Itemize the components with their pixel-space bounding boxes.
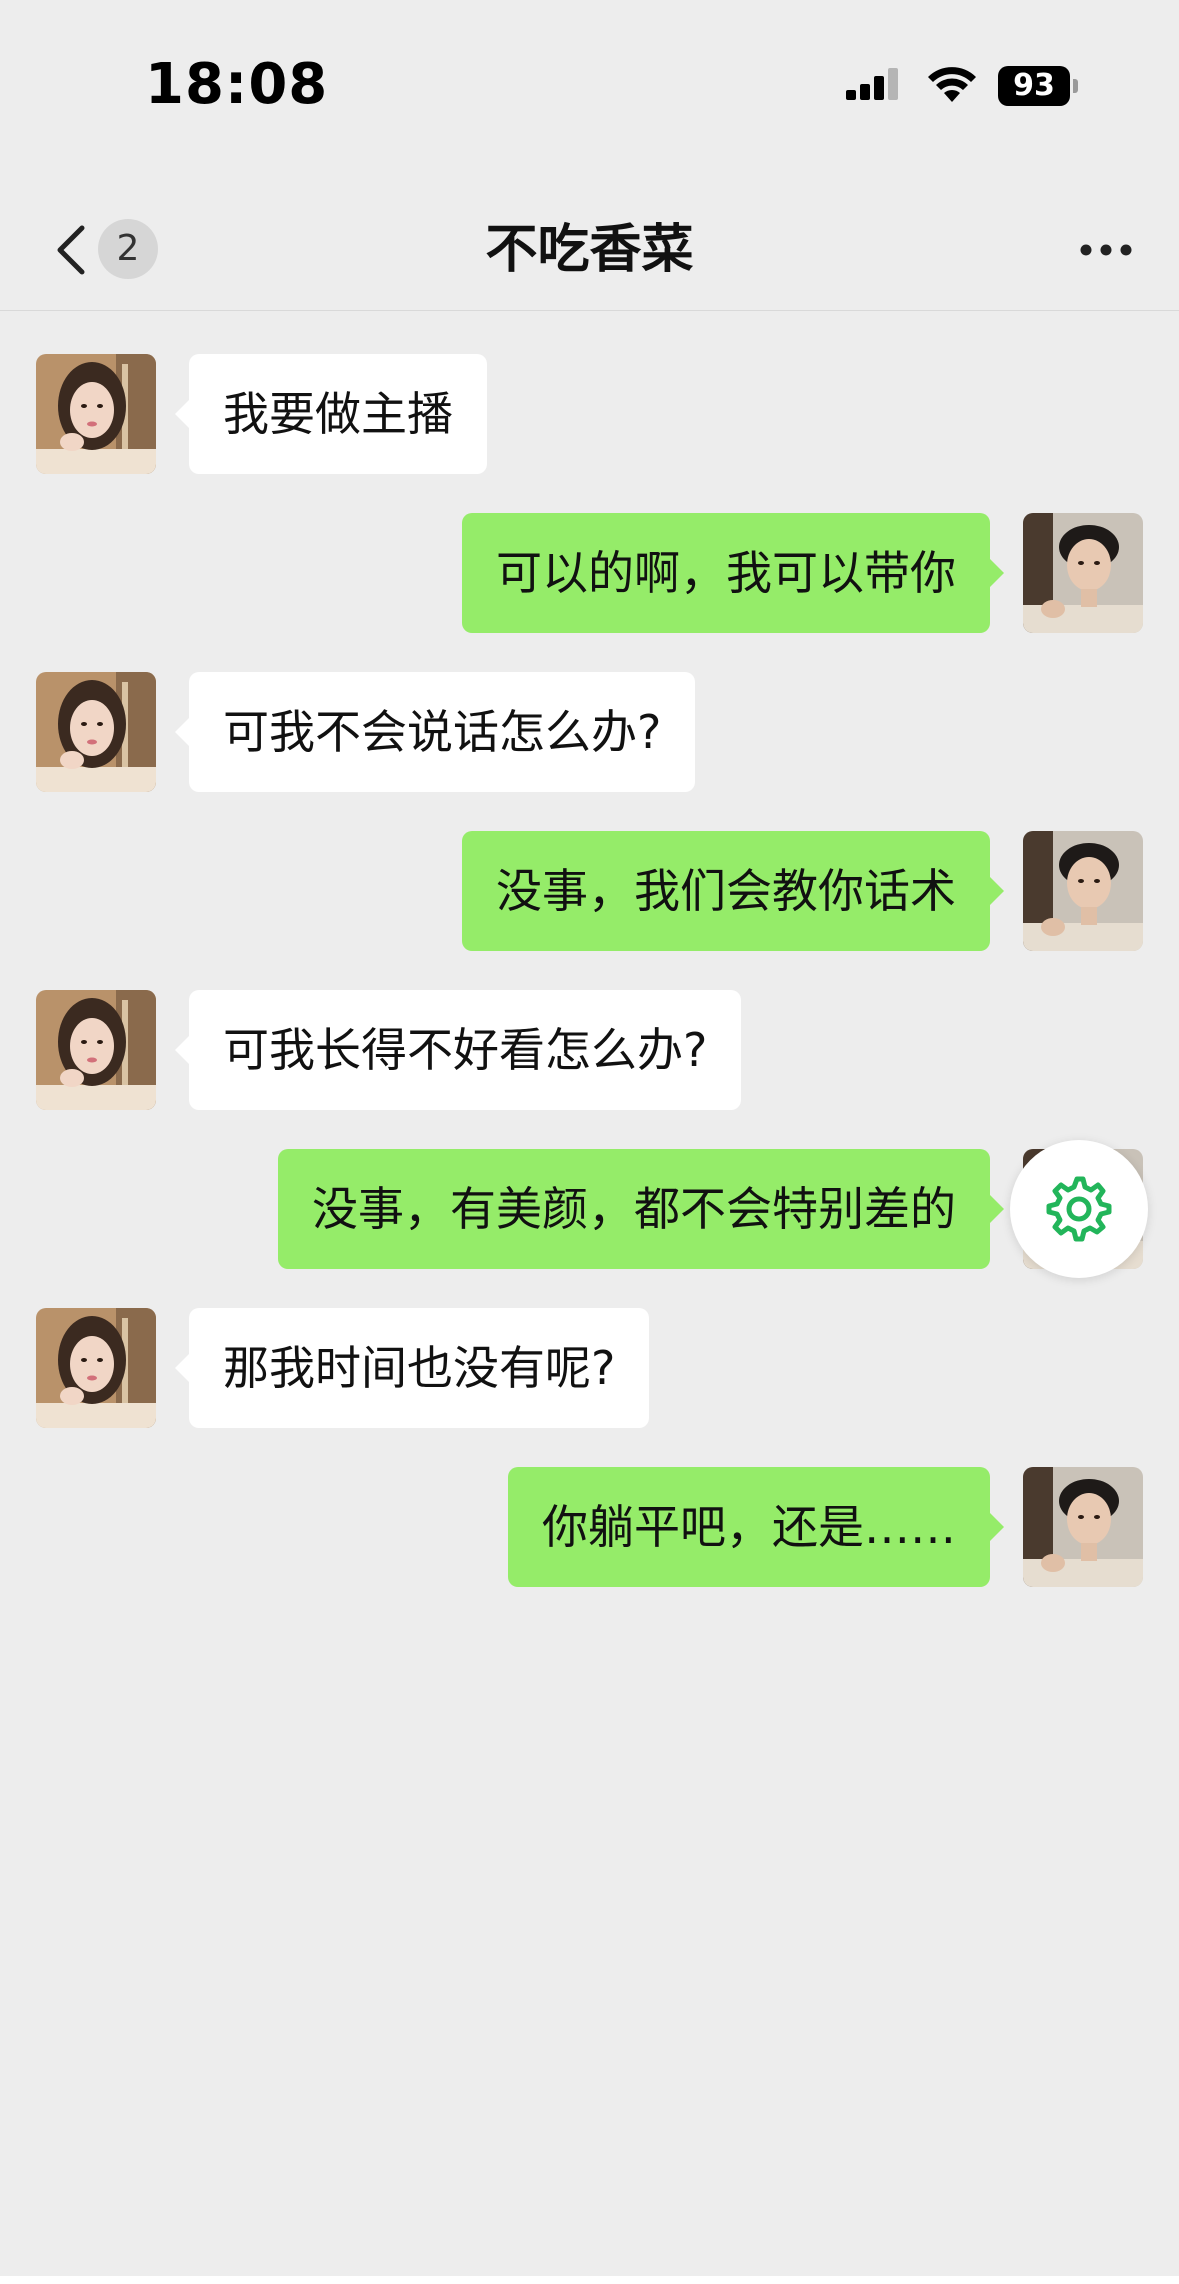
battery-icon: 93 xyxy=(998,66,1080,108)
settings-gear-icon xyxy=(1046,1176,1112,1242)
more-dots-icon[interactable] xyxy=(1076,230,1136,270)
back-chevron-icon xyxy=(57,225,85,275)
contact-avatar[interactable] xyxy=(36,354,156,474)
message-bubble-incoming[interactable]: 我要做主播 xyxy=(175,354,487,474)
message-text: 你躺平吧，还是…… xyxy=(542,1500,956,1554)
message-bubble-outgoing[interactable]: 可以的啊，我可以带你 xyxy=(462,513,1004,633)
cellular-signal-icon xyxy=(846,68,898,100)
status-time: 18:08 xyxy=(145,52,329,117)
message-bubble-incoming[interactable]: 可我不会说话怎么办? xyxy=(174,672,696,792)
self-avatar[interactable] xyxy=(1023,1467,1143,1587)
back-button[interactable]: 2 xyxy=(52,216,172,282)
message-text: 可以的啊，我可以带你 xyxy=(496,546,956,600)
message-text: 没事，有美颜，都不会特别差的 xyxy=(312,1182,956,1236)
message-bubble-outgoing[interactable]: 你躺平吧，还是…… xyxy=(508,1467,1004,1587)
chat-title: 不吃香菜 xyxy=(485,220,694,280)
message-text: 那我时间也没有呢? xyxy=(223,1341,616,1395)
self-avatar[interactable] xyxy=(1023,831,1143,951)
battery-tip xyxy=(1073,79,1078,93)
bottom-edge xyxy=(0,2276,1179,2284)
contact-avatar[interactable] xyxy=(36,672,156,792)
floating-settings-button[interactable] xyxy=(1010,1140,1148,1278)
message-bubble-outgoing[interactable]: 没事，我们会教你话术 xyxy=(462,831,1004,951)
message-bubble-incoming[interactable]: 可我长得不好看怎么办? xyxy=(174,990,742,1110)
battery-level: 93 xyxy=(998,66,1070,106)
self-avatar[interactable] xyxy=(1023,513,1143,633)
unread-count-badge: 2 xyxy=(98,219,158,279)
message-text: 可我长得不好看怎么办? xyxy=(223,1023,708,1077)
chat-header: 不吃香菜 2 xyxy=(0,190,1179,311)
status-bar: 18:08 93 xyxy=(0,0,1179,170)
wifi-icon xyxy=(928,67,976,102)
message-text: 可我不会说话怎么办? xyxy=(223,705,662,759)
contact-avatar[interactable] xyxy=(36,1308,156,1428)
message-text: 没事，我们会教你话术 xyxy=(496,864,956,918)
message-bubble-incoming[interactable]: 那我时间也没有呢? xyxy=(174,1308,650,1428)
message-bubble-outgoing[interactable]: 没事，有美颜，都不会特别差的 xyxy=(278,1149,1004,1269)
message-text: 我要做主播 xyxy=(223,387,453,441)
contact-avatar[interactable] xyxy=(36,990,156,1110)
